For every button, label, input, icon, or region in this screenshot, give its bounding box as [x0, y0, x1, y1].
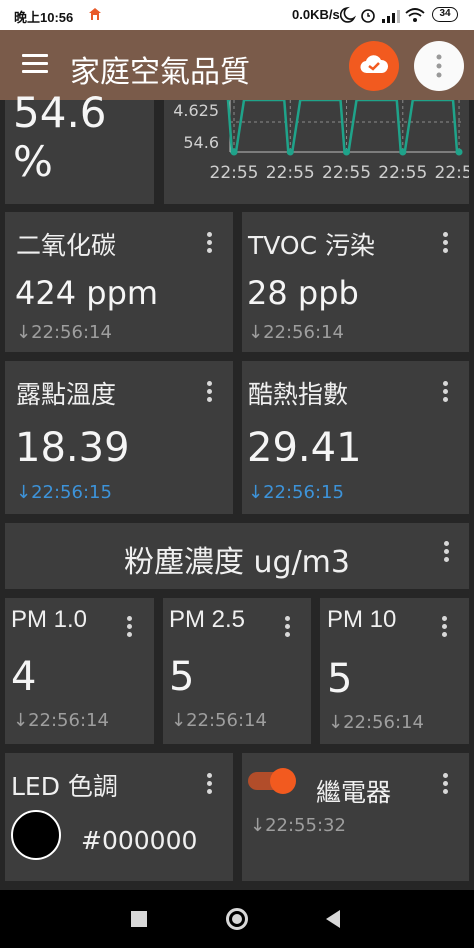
- alarm-icon: [361, 9, 375, 23]
- pm10-label: PM 10: [327, 606, 397, 633]
- status-time: 晚上10:56: [14, 10, 74, 25]
- more-vert-icon: [436, 54, 442, 78]
- recents-square-icon[interactable]: [131, 911, 147, 927]
- signal-icon: [382, 10, 400, 23]
- dust-header-label: 粉塵濃度 ug/m3: [123, 545, 350, 580]
- pm10-card[interactable]: PM 10 5 ↓22:56:14: [320, 598, 469, 744]
- heat-index-label: 酷熱指數: [248, 380, 349, 409]
- chart-point: [230, 148, 238, 156]
- back-triangle-icon[interactable]: [326, 910, 340, 928]
- tvoc-time: ↓22:56:14: [248, 322, 344, 343]
- dew-point-value: 18.39: [15, 425, 130, 471]
- chart-x-tick: 22:55: [210, 163, 259, 183]
- pm25-label: PM 2.5: [169, 606, 246, 633]
- moon-icon: [340, 6, 357, 23]
- chart-y-tick: 4.625: [173, 101, 219, 120]
- pm10-value: 5: [327, 656, 353, 702]
- relay-card[interactable]: 繼電器 ↓22:55:32: [242, 753, 469, 881]
- dew-point-label: 露點溫度: [16, 380, 117, 409]
- tvoc-value: 28 ppb: [247, 274, 359, 312]
- cloud-sync-button[interactable]: [349, 41, 399, 91]
- led-card[interactable]: LED 色調 #000000: [5, 753, 233, 881]
- home-circle-icon[interactable]: [226, 908, 248, 930]
- co2-time: ↓22:56:14: [16, 322, 112, 343]
- tvoc-label: TVOC 污染: [248, 231, 376, 260]
- pm10-more-icon[interactable]: [442, 616, 448, 638]
- system-nav-bar: [0, 890, 474, 948]
- heat-index-value: 29.41: [247, 425, 362, 471]
- app-title: 家庭空氣品質: [70, 55, 250, 90]
- led-more-icon[interactable]: [207, 773, 213, 795]
- pm1-card[interactable]: PM 1.0 4 ↓22:56:14: [5, 598, 154, 744]
- co2-value: 424 ppm: [15, 274, 159, 312]
- humidity-value: 54.6 %: [13, 88, 107, 186]
- pm25-more-icon[interactable]: [285, 616, 291, 638]
- wifi-icon: [405, 8, 425, 22]
- chart-point: [455, 148, 463, 156]
- dew-point-more-icon[interactable]: [207, 381, 213, 403]
- pm1-label: PM 1.0: [11, 606, 88, 633]
- chart-x-tick: 22:56: [435, 163, 469, 183]
- pm10-time: ↓22:56:14: [328, 712, 424, 733]
- hamburger-menu-icon[interactable]: [22, 54, 48, 76]
- status-bar: 晚上10:56 0.0KB/s 34: [0, 0, 474, 30]
- cloud-check-icon: [360, 55, 389, 74]
- notification-home-icon: [89, 8, 101, 20]
- pm1-more-icon[interactable]: [127, 616, 133, 638]
- pm25-value: 5: [169, 654, 195, 700]
- status-icons: [340, 6, 425, 23]
- pm1-time: ↓22:56:14: [13, 710, 109, 731]
- led-color-hex: #000000: [81, 826, 198, 855]
- chart-x-tick: 22:55: [266, 163, 315, 183]
- chart-x-tick: 22:55: [322, 163, 371, 183]
- dew-point-card[interactable]: 露點溫度 18.39 ↓22:56:15: [5, 361, 233, 514]
- relay-toggle-thumb: [270, 768, 296, 794]
- co2-label: 二氧化碳: [16, 231, 117, 260]
- co2-card[interactable]: 二氧化碳 424 ppm ↓22:56:14: [5, 212, 233, 352]
- heat-index-more-icon[interactable]: [443, 381, 449, 403]
- network-speed: 0.0KB/s: [292, 7, 340, 22]
- dew-point-time: ↓22:56:15: [16, 482, 112, 503]
- humidity-card[interactable]: 54.6 %: [5, 88, 154, 204]
- humidity-chart: 4.625 54.6 22:55 22:55 22:55 22:55 22:56: [164, 100, 469, 204]
- dust-header[interactable]: 粉塵濃度 ug/m3: [5, 523, 469, 589]
- relay-label: 繼電器: [316, 778, 392, 807]
- heat-index-time: ↓22:56:15: [248, 482, 344, 503]
- relay-time: ↓22:55:32: [250, 815, 346, 836]
- chart-x-tick: 22:55: [378, 163, 427, 183]
- pm25-time: ↓22:56:14: [171, 710, 267, 731]
- co2-more-icon[interactable]: [207, 232, 213, 254]
- dust-header-more-icon[interactable]: [444, 541, 450, 563]
- tvoc-more-icon[interactable]: [443, 232, 449, 254]
- battery-icon: 34: [432, 7, 458, 22]
- relay-more-icon[interactable]: [443, 773, 449, 795]
- led-label: LED 色調: [11, 772, 118, 801]
- chart-point: [343, 148, 351, 156]
- overflow-menu-button[interactable]: [414, 41, 464, 91]
- tvoc-card[interactable]: TVOC 污染 28 ppb ↓22:56:14: [242, 212, 469, 352]
- pm1-value: 4: [11, 654, 37, 700]
- relay-toggle[interactable]: [248, 767, 296, 795]
- pm25-card[interactable]: PM 2.5 5 ↓22:56:14: [163, 598, 311, 744]
- chart-y-tick: 54.6: [183, 133, 219, 152]
- chart-series-line: [226, 100, 462, 154]
- chart-svg: 4.625 54.6 22:55 22:55 22:55 22:55 22:56: [173, 100, 469, 183]
- led-color-swatch[interactable]: [11, 810, 61, 860]
- heat-index-card[interactable]: 酷熱指數 29.41 ↓22:56:15: [242, 361, 469, 514]
- chart-point: [399, 148, 407, 156]
- chart-point: [286, 148, 294, 156]
